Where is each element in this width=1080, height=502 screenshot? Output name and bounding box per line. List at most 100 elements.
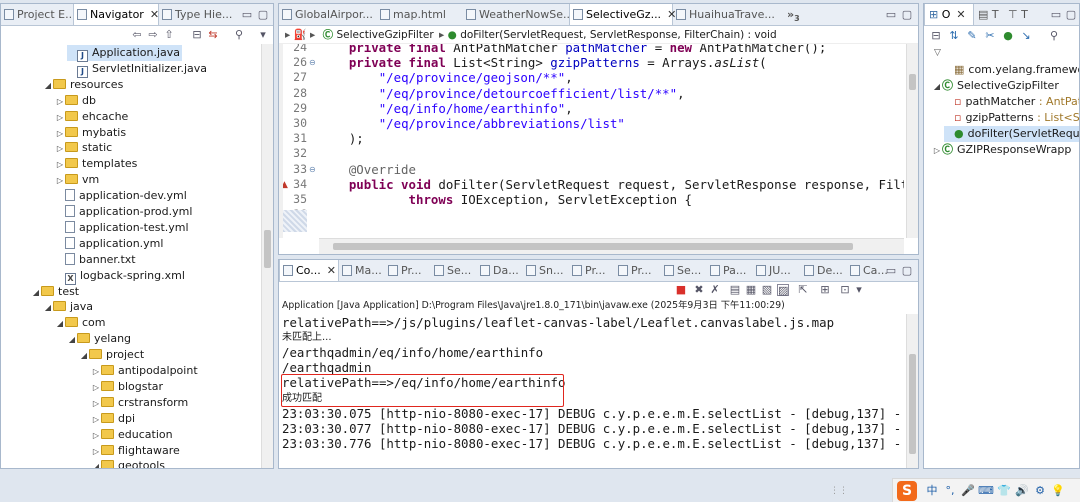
- ime-tips-icon[interactable]: 💡: [1049, 482, 1067, 500]
- console-view-tab[interactable]: Da...: [477, 260, 523, 281]
- tab-type-hierarchy[interactable]: Type Hie...: [159, 4, 237, 25]
- console-view-tab[interactable]: Sn...: [523, 260, 569, 281]
- outline-item[interactable]: ▦com.yelang.framework.ir: [944, 62, 1079, 78]
- collapsed-arrow-icon[interactable]: ▷: [55, 141, 65, 157]
- code-line[interactable]: "/eq/province/geojson/**",: [319, 70, 573, 85]
- code-line[interactable]: public void doFilter(ServletRequest requ…: [319, 177, 904, 192]
- expanded-arrow-icon[interactable]: ◢: [79, 348, 89, 364]
- editor-hscrollbar[interactable]: [319, 238, 904, 254]
- sort-icon[interactable]: ⇅: [948, 30, 960, 42]
- editor-tab[interactable]: map.html: [377, 4, 463, 25]
- collapsed-arrow-icon[interactable]: ▷: [55, 157, 65, 173]
- filter-icon[interactable]: ⚲: [233, 29, 245, 41]
- scroll-lock-icon[interactable]: ▦: [745, 284, 757, 296]
- sogou-ime-icon[interactable]: S: [897, 481, 917, 501]
- tree-item[interactable]: ▷ templates: [55, 156, 137, 172]
- expanded-arrow-icon[interactable]: ◢: [932, 79, 942, 95]
- tree-item[interactable]: Xlogback-spring.xml: [55, 268, 185, 285]
- collapsed-arrow-icon[interactable]: ▷: [91, 380, 101, 396]
- tree-item[interactable]: ▷ antipodalpoint: [91, 363, 198, 379]
- tree-item[interactable]: ◢ resources: [43, 77, 123, 93]
- ime-voice-icon[interactable]: 🎤: [959, 482, 977, 500]
- forward-arrow-icon[interactable]: ⇨: [147, 29, 159, 41]
- hide-static-icon[interactable]: ✂: [984, 30, 996, 42]
- maximize-icon[interactable]: ▢: [901, 9, 913, 21]
- close-icon[interactable]: ✕: [150, 8, 159, 21]
- link-editor-icon[interactable]: ⇆: [207, 29, 219, 41]
- console-scrollbar[interactable]: [906, 314, 918, 468]
- maximize-icon[interactable]: ▢: [901, 265, 913, 277]
- code-line[interactable]: "/eq/province/detourcoefficient/list/**"…: [319, 86, 685, 101]
- console-view-tab[interactable]: Pr...: [615, 260, 661, 281]
- console-view-tab[interactable]: Pr...: [385, 260, 431, 281]
- tree-item[interactable]: ▷ blogstar: [91, 379, 163, 395]
- navigator-scrollbar[interactable]: [261, 44, 273, 468]
- expanded-arrow-icon[interactable]: ◢: [31, 285, 41, 301]
- outline-item[interactable]: ▫pathMatcher : AntPath: [944, 94, 1079, 110]
- tree-item[interactable]: ◢ project: [79, 347, 144, 363]
- ime-punctuation-icon[interactable]: °,: [941, 482, 959, 500]
- collapsed-arrow-icon[interactable]: ▷: [932, 143, 942, 159]
- tree-item[interactable]: ▷ mybatis: [55, 125, 126, 141]
- pin-console-icon[interactable]: ⇱: [797, 284, 809, 296]
- collapsed-arrow-icon[interactable]: ▷: [91, 412, 101, 428]
- tree-item[interactable]: application-prod.yml: [55, 204, 192, 220]
- tree-item[interactable]: ◢ java: [43, 299, 93, 315]
- tree-item[interactable]: application-test.yml: [55, 220, 189, 236]
- breadcrumb-class[interactable]: SelectiveGzipFilter: [336, 29, 433, 41]
- collapsed-arrow-icon[interactable]: ▷: [91, 364, 101, 380]
- editor-tab[interactable]: SelectiveGz... ✕: [569, 4, 676, 25]
- ime-keyboard-icon[interactable]: ⌨: [977, 482, 995, 500]
- remove-all-icon[interactable]: ✗: [709, 284, 721, 296]
- tree-item[interactable]: ▷ dpi: [91, 411, 135, 427]
- code-line[interactable]: );: [319, 131, 364, 146]
- console-view-tab[interactable]: Ma...: [339, 260, 385, 281]
- close-icon[interactable]: ✕: [956, 8, 965, 21]
- console-view-tab[interactable]: Se...: [661, 260, 707, 281]
- tree-item[interactable]: ◢ geotools: [91, 458, 165, 468]
- console-view-tab[interactable]: Pr...: [569, 260, 615, 281]
- collapsed-arrow-icon[interactable]: ▷: [55, 94, 65, 110]
- outline-expand-toggle[interactable]: ▽: [934, 48, 941, 58]
- tree-item[interactable]: ▷ vm: [55, 172, 99, 188]
- view-menu-chevron-down-icon[interactable]: ▾: [257, 29, 269, 41]
- collapsed-arrow-icon[interactable]: ▷: [91, 444, 101, 460]
- maximize-icon[interactable]: ▢: [1065, 9, 1077, 21]
- hide-fields-icon[interactable]: ✎: [966, 30, 978, 42]
- remove-launch-icon[interactable]: ✖: [693, 284, 705, 296]
- fold-icon[interactable]: ⊖: [309, 58, 316, 67]
- minimize-icon[interactable]: ▭: [241, 9, 253, 21]
- code-line[interactable]: private final List<String> gzipPatterns …: [319, 55, 767, 70]
- tab-junit[interactable]: ⊤ T: [1004, 4, 1040, 25]
- code-line[interactable]: "/eq/info/home/earthinfo",: [319, 101, 573, 116]
- minimize-icon[interactable]: ▭: [885, 265, 897, 277]
- console-view-tab[interactable]: De...: [801, 260, 847, 281]
- expanded-arrow-icon[interactable]: ◢: [91, 459, 101, 468]
- console-view-tab[interactable]: JU...: [753, 260, 801, 281]
- tab-overflow-chevron[interactable]: »3: [783, 4, 800, 25]
- ime-sound-icon[interactable]: 🔊: [1013, 482, 1031, 500]
- tab-project-explorer[interactable]: Project E...: [1, 4, 76, 25]
- collapse-all-icon[interactable]: ⊟: [930, 30, 942, 42]
- show-on-output-icon[interactable]: ▨: [777, 284, 789, 297]
- collapsed-arrow-icon[interactable]: ▷: [55, 110, 65, 126]
- tab-navigator[interactable]: Navigator ✕: [73, 4, 159, 25]
- breadcrumb-method[interactable]: doFilter(ServletRequest, ServletResponse…: [460, 29, 776, 41]
- code-line[interactable]: private final AntPathMatcher pathMatcher…: [319, 44, 826, 55]
- outline-item[interactable]: ◢ Ⓒ SelectiveGzipFilter: [932, 78, 1079, 94]
- console-view-tab[interactable]: Pa...: [707, 260, 753, 281]
- tab-task-list[interactable]: ▤ T: [974, 4, 1004, 25]
- collapse-all-icon[interactable]: ⊟: [191, 29, 203, 41]
- tree-item[interactable]: ▷ db: [55, 93, 96, 109]
- editor-scroll-thumb[interactable]: [909, 74, 916, 90]
- tree-item[interactable]: J ServletInitializer.java: [67, 61, 207, 78]
- editor-scrollbar[interactable]: [906, 44, 918, 238]
- open-console-icon[interactable]: ⊡: [839, 284, 851, 296]
- tree-item[interactable]: ◢ com: [55, 315, 106, 331]
- console-view-tab[interactable]: Co... ✕: [279, 260, 339, 281]
- navigator-scroll-thumb[interactable]: [264, 230, 271, 268]
- clear-console-icon[interactable]: ▤: [729, 284, 741, 296]
- ime-chinese-mode-icon[interactable]: 中: [923, 482, 941, 500]
- tree-item[interactable]: J Application.java: [67, 45, 183, 62]
- code-line[interactable]: throws IOException, ServletException {: [319, 192, 692, 207]
